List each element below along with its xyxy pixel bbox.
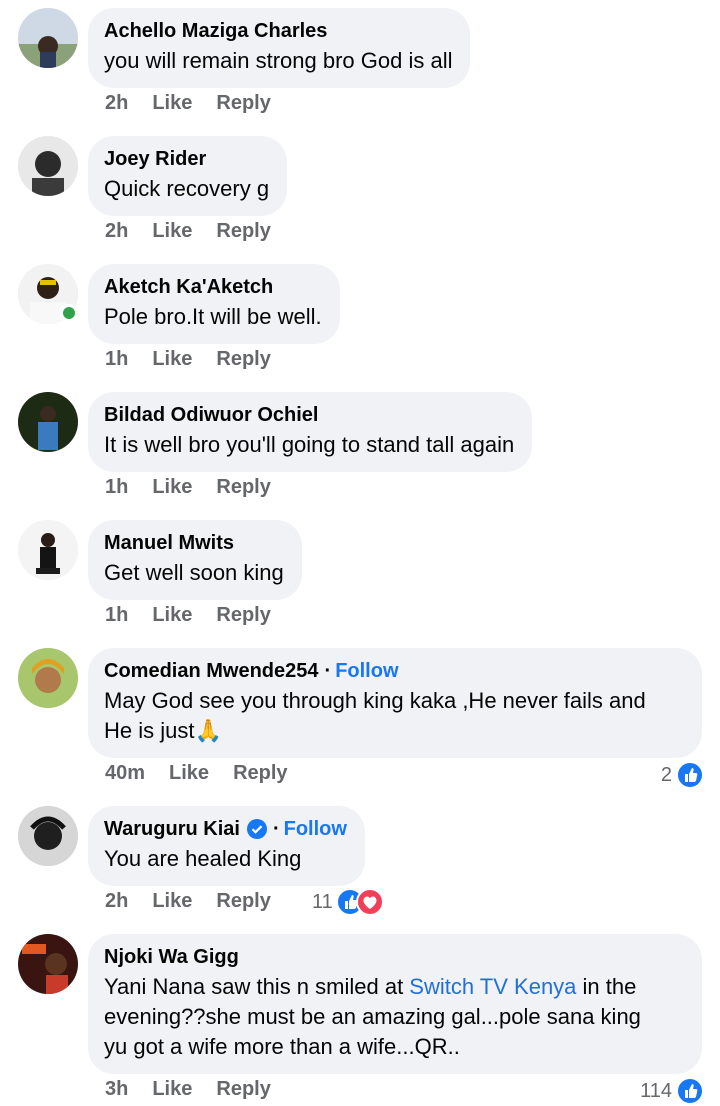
comment-text: you will remain strong bro God is all — [104, 48, 453, 73]
comment-text-line: Yani Nana saw this n smiled at Switch TV… — [104, 974, 637, 999]
like-button[interactable]: Like — [169, 762, 209, 785]
reaction-count: 2 — [660, 763, 672, 786]
author-name[interactable]: Aketch Ka'Aketch — [104, 275, 273, 299]
reply-button[interactable]: Reply — [216, 1078, 270, 1101]
author-name[interactable]: Bildad Odiwuor Ochiel — [104, 403, 318, 427]
author-name[interactable]: Njoki Wa Gigg — [104, 945, 239, 969]
like-button[interactable]: Like — [152, 92, 192, 115]
love-icon — [355, 888, 384, 916]
reaction-count: 11 — [312, 890, 333, 913]
timestamp[interactable]: 40m — [105, 762, 145, 785]
avatar[interactable] — [18, 806, 78, 866]
comment-bubble: Manuel Mwits Get well soon king — [88, 520, 302, 600]
profile-photo-icon — [18, 520, 78, 580]
like-button[interactable]: Like — [152, 220, 192, 243]
comment-text: Quick recovery g — [104, 176, 270, 201]
timestamp[interactable]: 3h — [105, 1078, 128, 1101]
reply-button[interactable]: Reply — [216, 476, 270, 499]
comment-text: May God see you through king kaka ,He ne… — [104, 686, 684, 746]
comment-text: Pole bro.It will be well. — [104, 304, 322, 329]
author-name[interactable]: Manuel Mwits — [104, 531, 234, 555]
mentioned-page-link[interactable]: Switch TV Kenya — [409, 974, 576, 999]
profile-photo-icon — [18, 8, 78, 68]
comment-actions: 2h Like Reply — [105, 890, 295, 913]
like-icon — [676, 761, 704, 789]
avatar[interactable] — [18, 392, 78, 452]
comment-actions: 1h Like Reply — [105, 604, 295, 627]
avatar[interactable] — [18, 520, 78, 580]
verified-badge-icon — [246, 819, 267, 839]
profile-photo-icon — [18, 934, 78, 994]
avatar[interactable] — [18, 648, 78, 708]
comment-actions: 40m Like Reply — [105, 762, 312, 785]
reply-button[interactable]: Reply — [216, 348, 270, 371]
comment-text-line: May God see you through king kaka ,He ne… — [104, 688, 646, 713]
comment-text-line: He is just🙏 — [104, 718, 222, 743]
online-status-icon — [60, 304, 78, 322]
profile-photo-icon — [18, 136, 78, 196]
separator-dot: · — [324, 660, 332, 682]
comment-text-line: evening??she must be an amazing gal...po… — [104, 1004, 641, 1029]
avatar[interactable] — [18, 136, 78, 196]
pray-emoji-icon: 🙏 — [194, 718, 222, 743]
reply-button[interactable]: Reply — [216, 604, 270, 627]
comment-text: It is well bro you'll going to stand tal… — [104, 432, 515, 457]
comment-actions: 2h Like Reply — [105, 92, 295, 115]
comment-actions: 1h Like Reply — [105, 476, 295, 499]
reaction-summary[interactable]: 11 — [312, 888, 384, 916]
comment-text: Yani Nana saw this n smiled at Switch TV… — [104, 972, 684, 1062]
separator-dot: · — [272, 818, 280, 840]
author-name[interactable]: Waruguru Kiai — [104, 817, 240, 841]
author-name[interactable]: Comedian Mwende254 — [104, 659, 319, 683]
comment-bubble: Comedian Mwende254 · Follow May God see … — [88, 648, 702, 758]
like-button[interactable]: Like — [152, 348, 192, 371]
profile-photo-icon — [18, 806, 78, 866]
follow-button[interactable]: Follow — [335, 659, 398, 683]
comment-bubble: Joey Rider Quick recovery g — [88, 136, 288, 216]
avatar[interactable] — [18, 8, 78, 68]
profile-photo-icon — [18, 648, 78, 708]
reply-button[interactable]: Reply — [233, 762, 287, 785]
like-button[interactable]: Like — [152, 890, 192, 913]
timestamp[interactable]: 2h — [105, 92, 128, 115]
timestamp[interactable]: 2h — [105, 890, 128, 913]
avatar[interactable] — [18, 934, 78, 994]
reply-button[interactable]: Reply — [216, 92, 270, 115]
timestamp[interactable]: 1h — [105, 604, 128, 627]
author-name[interactable]: Achello Maziga Charles — [104, 19, 327, 43]
author-name[interactable]: Joey Rider — [104, 147, 206, 171]
comment-bubble: Bildad Odiwuor Ochiel It is well bro you… — [88, 392, 533, 472]
like-icon — [676, 1077, 704, 1105]
like-button[interactable]: Like — [152, 604, 192, 627]
comment-text-line: yu got a wife more than a wife...QR.. — [104, 1034, 460, 1059]
timestamp[interactable]: 1h — [105, 348, 128, 371]
follow-button[interactable]: Follow — [284, 817, 347, 841]
profile-photo-icon — [18, 392, 78, 452]
comment-text: Get well soon king — [104, 560, 284, 585]
comment-bubble: Achello Maziga Charles you will remain s… — [88, 8, 471, 88]
timestamp[interactable]: 1h — [105, 476, 128, 499]
comment-actions: 2h Like Reply — [105, 220, 295, 243]
reaction-summary[interactable]: 114 — [640, 1077, 704, 1105]
comment-bubble: Njoki Wa Gigg Yani Nana saw this n smile… — [88, 934, 702, 1074]
like-button[interactable]: Like — [152, 1078, 192, 1101]
reaction-summary[interactable]: 2 — [661, 761, 704, 789]
comment-text: You are healed King — [104, 846, 302, 871]
reply-button[interactable]: Reply — [216, 220, 270, 243]
comment-actions: 1h Like Reply — [105, 348, 295, 371]
reaction-count: 114 — [640, 1079, 672, 1102]
comment-bubble: Aketch Ka'Aketch Pole bro.It will be wel… — [88, 264, 340, 344]
comment-actions: 3h Like Reply — [105, 1078, 295, 1101]
reply-button[interactable]: Reply — [216, 890, 270, 913]
timestamp[interactable]: 2h — [105, 220, 128, 243]
like-button[interactable]: Like — [152, 476, 192, 499]
comment-bubble: Waruguru Kiai · Follow You are healed Ki… — [88, 806, 365, 886]
